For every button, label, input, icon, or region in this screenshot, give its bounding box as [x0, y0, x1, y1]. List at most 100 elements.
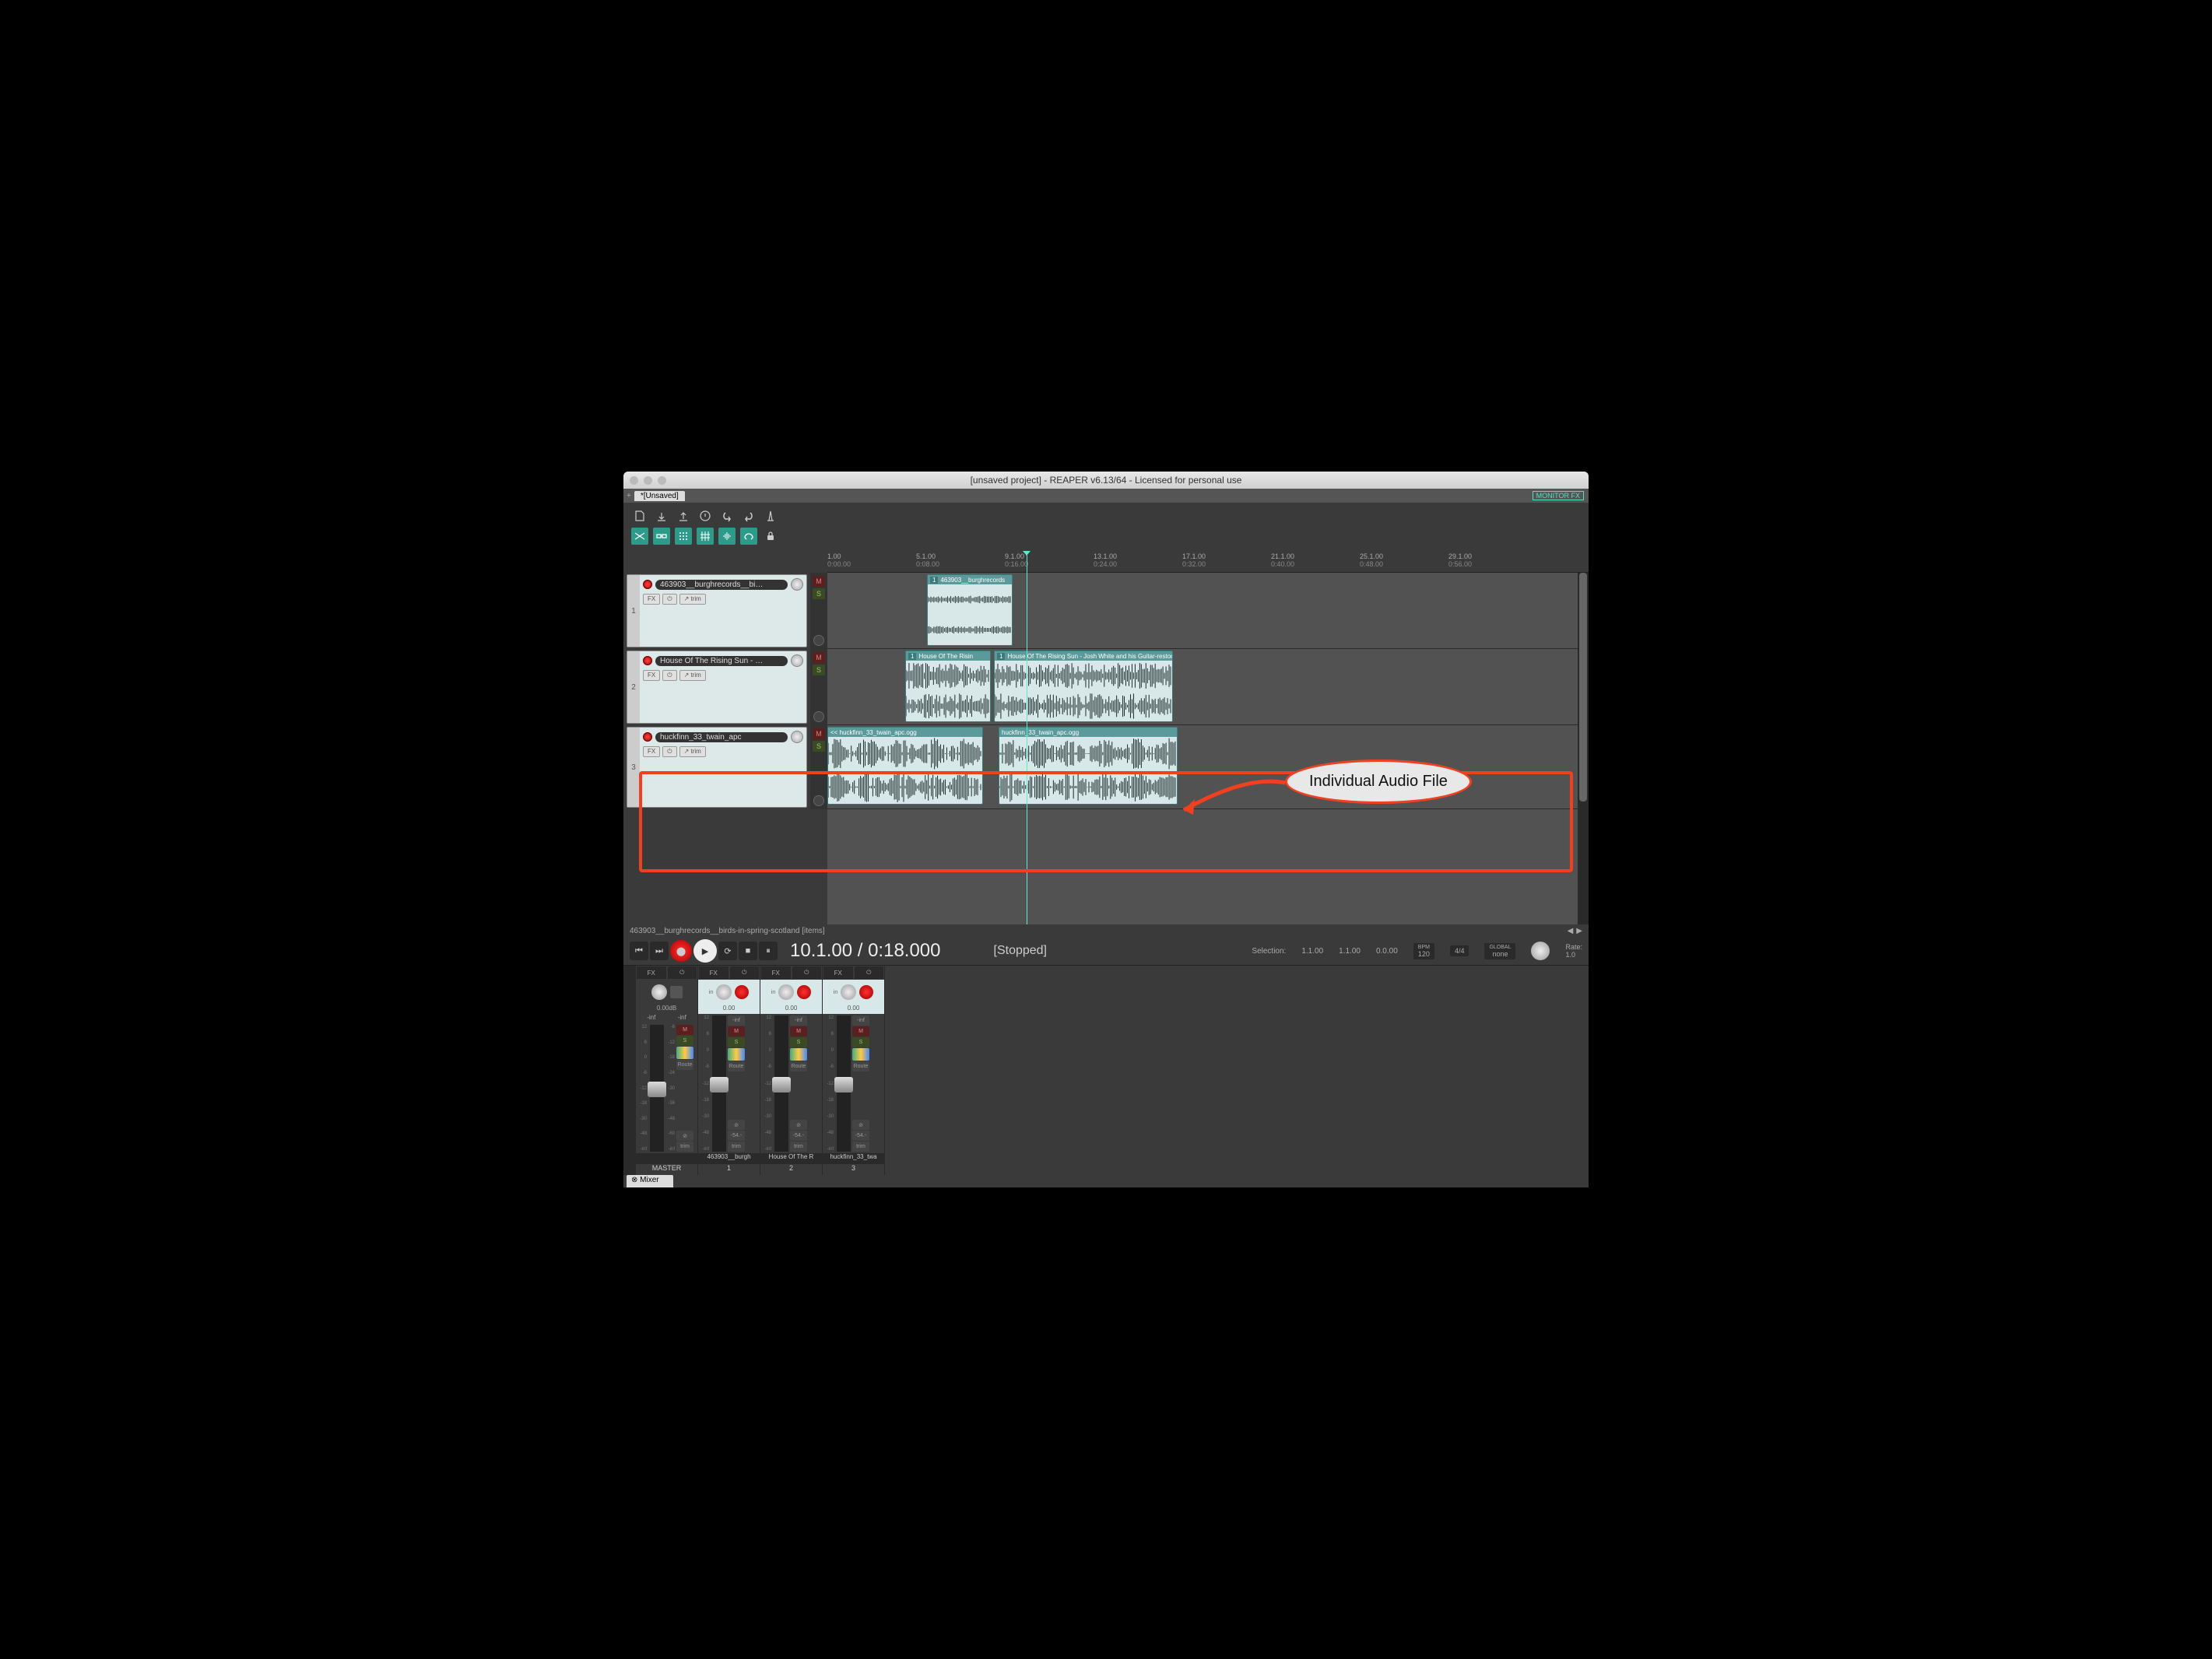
playrate-knob[interactable] [1531, 942, 1550, 960]
fx-button[interactable]: FX [699, 966, 729, 979]
record-arm-button[interactable] [797, 985, 811, 999]
mixer-tab[interactable]: ⊗ Mixer [627, 1175, 673, 1187]
volume-fader[interactable] [712, 1015, 726, 1152]
record-arm-button[interactable] [643, 732, 652, 742]
clip-header[interactable]: 1House Of The Rising Sun - Josh White an… [995, 651, 1172, 661]
phase-button[interactable]: ⊘ [728, 1120, 745, 1130]
fx-bypass-button[interactable]: ⏻ [662, 594, 676, 605]
pause-button[interactable]: ⏸ [759, 942, 778, 960]
undo-icon[interactable] [718, 507, 736, 524]
pan-knob[interactable] [778, 984, 794, 1000]
fx-bypass-button[interactable]: ⏻ [668, 966, 697, 979]
scrollbar-thumb[interactable] [1579, 573, 1587, 801]
record-arm-button[interactable] [643, 580, 652, 589]
strip-name[interactable]: 463903__burgh [698, 1153, 760, 1164]
mono-button[interactable] [670, 986, 683, 998]
track-name[interactable]: huckfinn_33_twain_apc [655, 732, 788, 742]
pan-knob[interactable] [716, 984, 732, 1000]
fx-button[interactable]: FX [637, 966, 666, 979]
fx-bypass-button[interactable]: ⏻ [662, 746, 676, 757]
add-tab-icon[interactable]: + [627, 492, 631, 500]
fx-button[interactable]: FX [643, 746, 660, 757]
play-button[interactable]: ▶ [693, 939, 717, 963]
vertical-scrollbar[interactable] [1578, 573, 1589, 924]
route-button[interactable] [676, 1047, 693, 1059]
mute-button[interactable]: M [852, 1026, 869, 1036]
media-item[interactable]: << huckfinn_33_twain_apc.ogg [827, 727, 983, 805]
clip-header[interactable]: 1House Of The Risin [906, 651, 990, 661]
snap-icon[interactable] [675, 528, 692, 545]
arrange-view[interactable]: 1.000:00.005.1.000:08.009.1.000:16.0013.… [827, 551, 1589, 924]
mute-button[interactable]: M [813, 576, 825, 587]
grid-icon[interactable] [697, 528, 714, 545]
mute-button[interactable]: M [728, 1026, 745, 1036]
solo-button[interactable]: S [676, 1036, 693, 1046]
solo-button[interactable]: S [813, 588, 825, 599]
selection-end[interactable]: 1.1.00 [1339, 947, 1361, 956]
volume-fader[interactable] [837, 1015, 851, 1152]
selection-length[interactable]: 0.0.00 [1376, 947, 1398, 956]
route-button[interactable] [728, 1048, 745, 1061]
solo-button[interactable]: S [813, 741, 825, 752]
route-label[interactable]: Route [728, 1061, 745, 1072]
go-to-end-button[interactable]: ⏭ [650, 942, 669, 960]
fx-bypass-button[interactable]: ⏻ [730, 966, 760, 979]
mute-button[interactable]: M [813, 728, 825, 739]
rate-value[interactable]: 1.0 [1565, 951, 1575, 959]
input-label[interactable]: in [709, 990, 713, 995]
mute-button[interactable]: M [676, 1025, 693, 1035]
volume-fader[interactable] [650, 1025, 664, 1152]
track-lane[interactable]: 1House Of The Risin 1House Of The Rising… [827, 649, 1589, 725]
save-project-icon[interactable] [675, 507, 692, 524]
record-arm-button[interactable] [735, 985, 749, 999]
transport-time[interactable]: 10.1.00 / 0:18.000 [790, 940, 941, 962]
mute-button[interactable]: M [813, 652, 825, 663]
trim-button[interactable]: ↗ trim [679, 746, 706, 757]
timesig-box[interactable]: 4/4 [1450, 945, 1469, 956]
strip-name[interactable] [636, 1153, 697, 1164]
redo-icon[interactable] [740, 507, 757, 524]
item-grouping-icon[interactable] [653, 528, 670, 545]
envelope-button[interactable] [813, 635, 824, 646]
fx-bypass-button[interactable]: ⏻ [855, 966, 884, 979]
solo-button[interactable]: S [728, 1037, 745, 1047]
trim-button[interactable]: ↗ trim [679, 594, 706, 605]
repeat-button[interactable]: ⟳ [718, 942, 737, 960]
record-button[interactable]: ⬤ [670, 940, 692, 962]
ripple-edit-icon[interactable] [718, 528, 736, 545]
input-label[interactable]: in [771, 990, 775, 995]
selection-start[interactable]: 1.1.00 [1301, 947, 1323, 956]
media-item[interactable]: 1House Of The Rising Sun - Josh White an… [994, 651, 1173, 722]
autocrossfade-icon[interactable] [631, 528, 648, 545]
solo-button[interactable]: S [790, 1037, 807, 1047]
project-settings-icon[interactable] [697, 507, 714, 524]
route-button[interactable] [852, 1048, 869, 1061]
clip-header[interactable]: << huckfinn_33_twain_apc.ogg [828, 728, 982, 737]
track-header[interactable]: 3 huckfinn_33_twain_apc FX ⏻ ↗ trim [627, 727, 807, 808]
track-header[interactable]: 1 463903__burghrecords__bi… FX ⏻ ↗ trim [627, 574, 807, 647]
track-name[interactable]: House Of The Rising Sun - … [655, 656, 788, 666]
volume-knob[interactable] [791, 731, 803, 743]
media-item[interactable]: 1463903__burghrecords [927, 574, 1013, 646]
new-project-icon[interactable] [631, 507, 648, 524]
mute-button[interactable]: M [790, 1026, 807, 1036]
phase-button[interactable]: ⊘ [852, 1120, 869, 1130]
route-label[interactable]: Route [676, 1060, 693, 1070]
trim-button[interactable]: ↗ trim [679, 670, 706, 681]
fx-bypass-button[interactable]: ⏻ [792, 966, 822, 979]
stop-button[interactable]: ■ [739, 942, 757, 960]
strip-name[interactable]: House Of The R [760, 1153, 822, 1164]
fx-bypass-button[interactable]: ⏻ [662, 670, 676, 681]
route-button[interactable] [790, 1048, 807, 1061]
phase-button[interactable]: ⊘ [676, 1131, 693, 1141]
fx-button[interactable]: FX [643, 670, 660, 681]
record-arm-button[interactable] [643, 656, 652, 665]
global-automation-box[interactable]: GLOBALnone [1484, 943, 1515, 959]
media-item[interactable]: 1House Of The Risin [905, 651, 991, 722]
trim-button[interactable]: trim [852, 1142, 869, 1152]
solo-button[interactable]: S [813, 665, 825, 675]
go-to-start-button[interactable]: ⏮ [630, 942, 648, 960]
volume-fader[interactable] [774, 1015, 788, 1152]
trim-button[interactable]: trim [728, 1142, 745, 1152]
volume-knob[interactable] [791, 578, 803, 591]
